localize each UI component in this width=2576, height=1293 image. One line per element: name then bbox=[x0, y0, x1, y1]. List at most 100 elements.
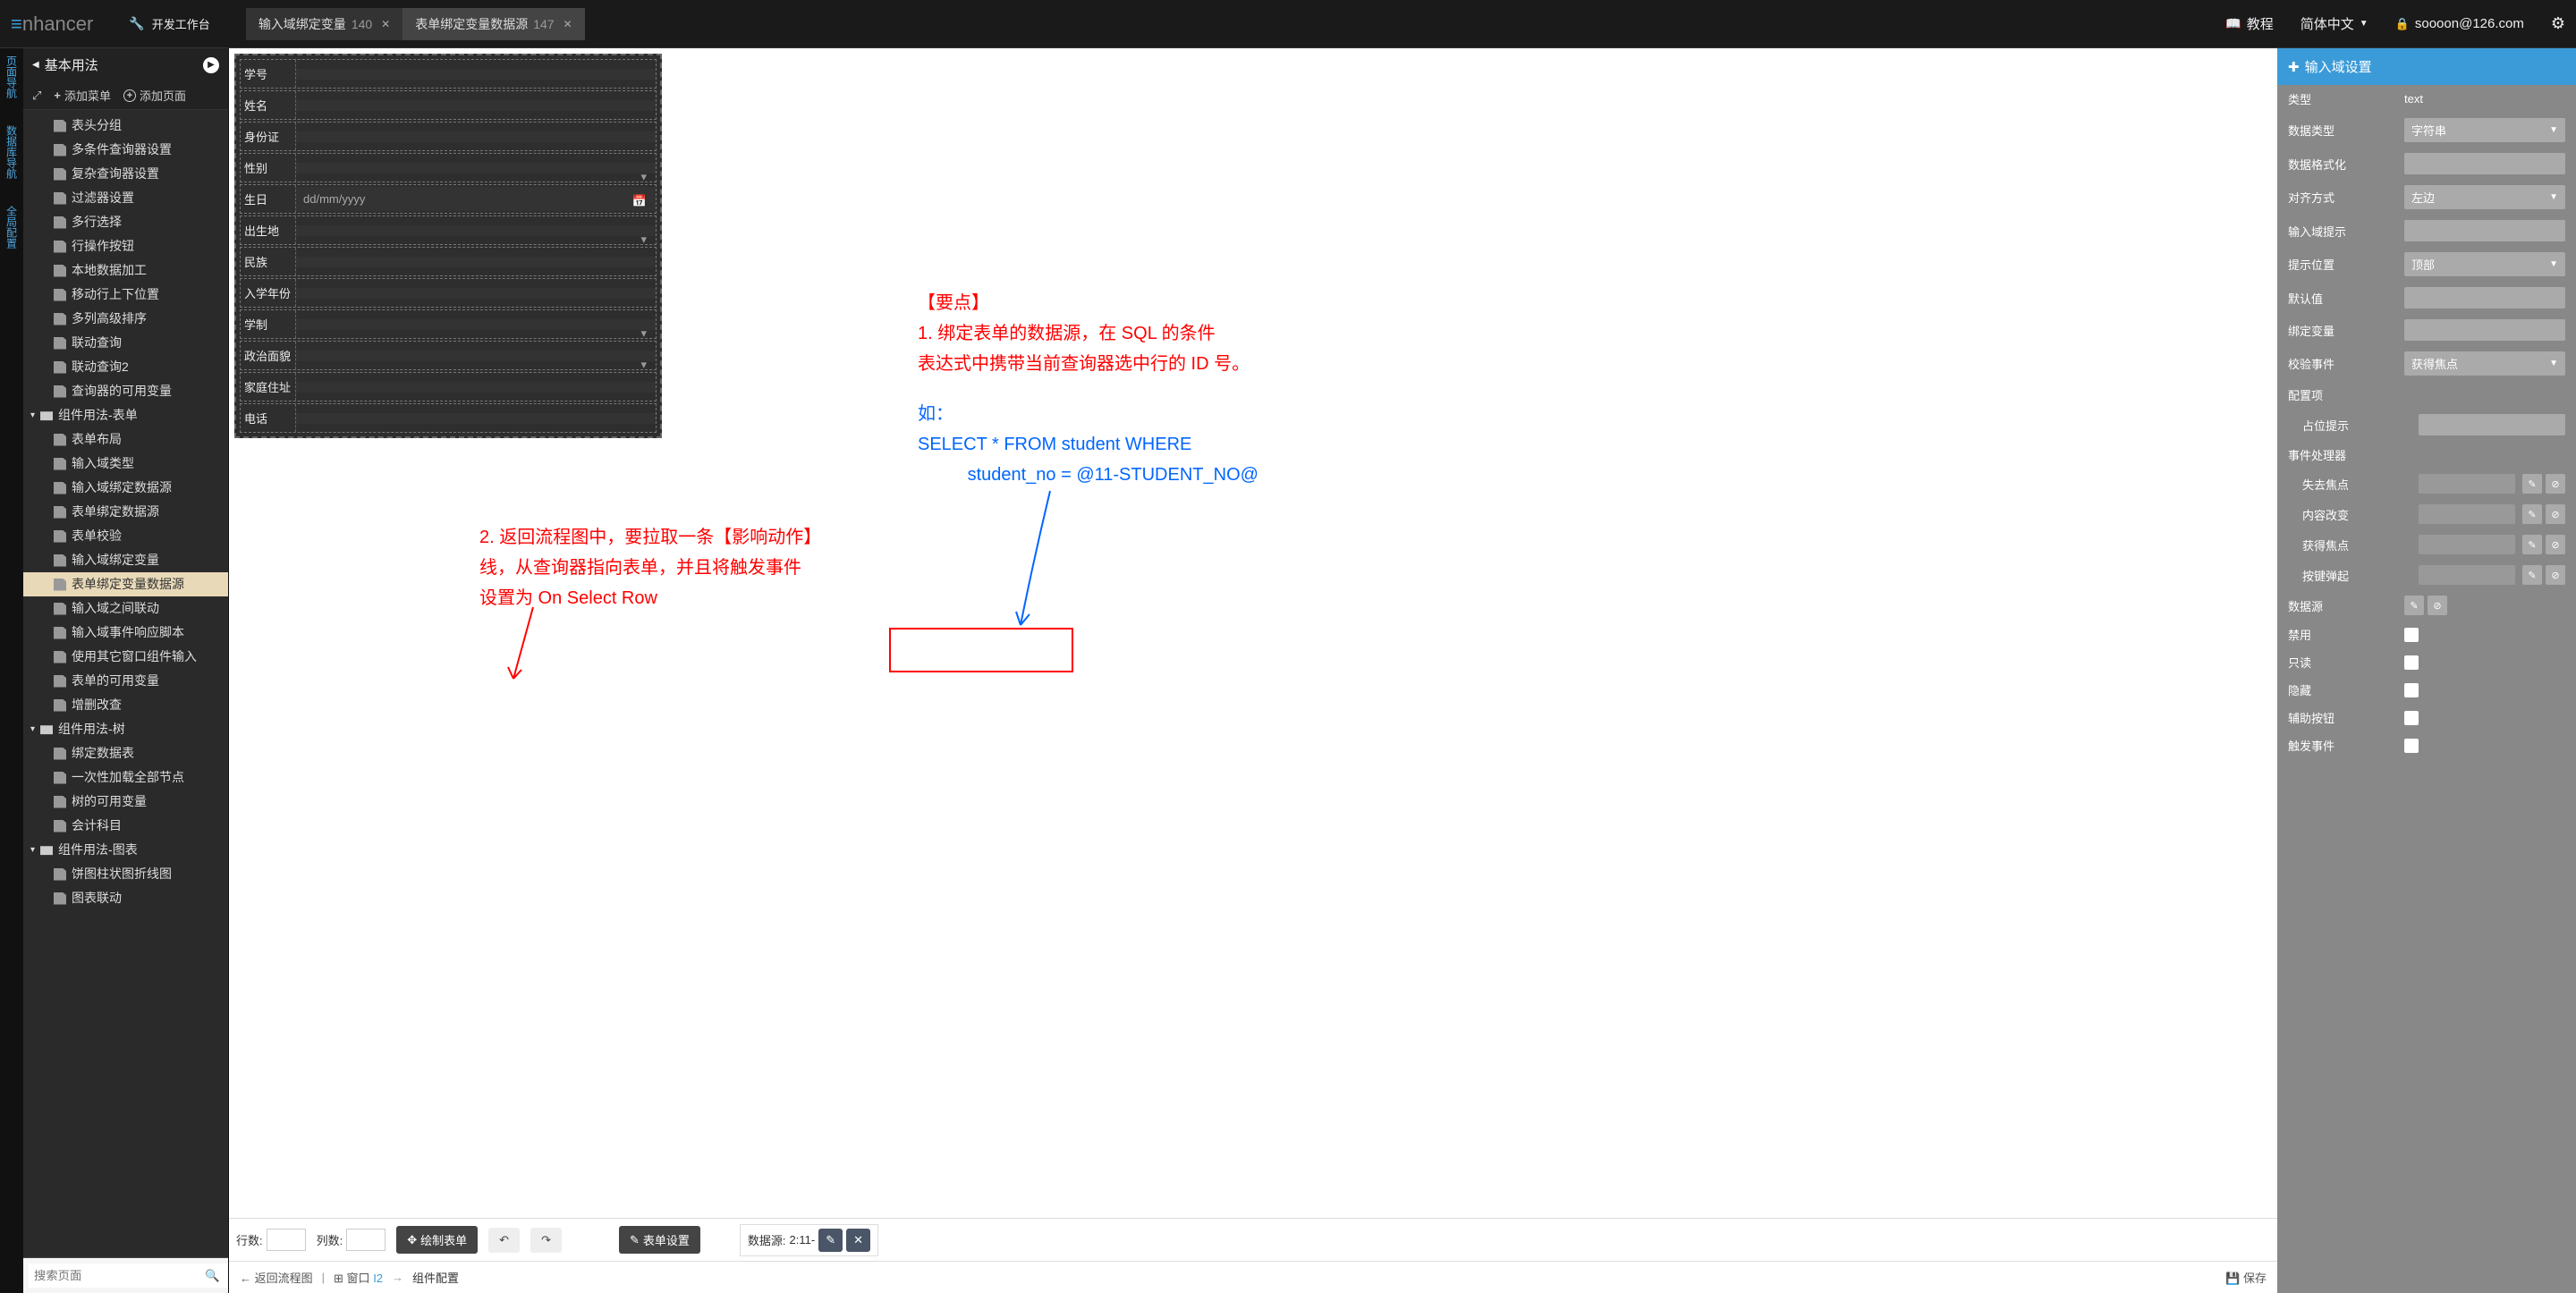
close-icon[interactable]: ✕ bbox=[564, 18, 572, 30]
sidebar-item-6[interactable]: 本地数据加工 bbox=[23, 258, 228, 283]
sidebar-item-14[interactable]: 输入域类型 bbox=[23, 452, 228, 476]
sidebar-item-21[interactable]: 输入域事件响应脚本 bbox=[23, 621, 228, 645]
cols-input[interactable] bbox=[346, 1229, 386, 1251]
sidebar-item-27[interactable]: 一次性加载全部节点 bbox=[23, 765, 228, 790]
sidebar-item-20[interactable]: 输入域之间联动 bbox=[23, 596, 228, 621]
sidebar-item-16[interactable]: 表单绑定数据源 bbox=[23, 500, 228, 524]
search-button[interactable]: 🔍 bbox=[198, 1263, 227, 1288]
sidebar-item-5[interactable]: 行操作按钮 bbox=[23, 234, 228, 258]
undo-button[interactable]: ↶ bbox=[488, 1228, 520, 1253]
evt-del-2[interactable]: ⊘ bbox=[2546, 535, 2565, 554]
form-input-9[interactable]: ▾ bbox=[296, 351, 656, 361]
workspace-link[interactable]: 开发工作台 bbox=[129, 15, 209, 32]
sidebar-item-31[interactable]: 饼图柱状图折线图 bbox=[23, 862, 228, 886]
play-icon[interactable] bbox=[203, 57, 219, 73]
add-page[interactable]: 添加页面 bbox=[123, 87, 186, 104]
rp-select-5[interactable]: 顶部▼ bbox=[2404, 252, 2565, 276]
tutorial-link[interactable]: 教程 bbox=[2225, 14, 2273, 33]
evt-edit-0[interactable]: ✎ bbox=[2522, 474, 2542, 494]
sidebar-item-17[interactable]: 表单校验 bbox=[23, 524, 228, 548]
search-input[interactable] bbox=[29, 1263, 198, 1288]
check-0[interactable] bbox=[2404, 628, 2419, 642]
save-button[interactable]: 💾 保存 bbox=[2225, 1269, 2267, 1286]
rp-select-1[interactable]: 字符串▼ bbox=[2404, 118, 2565, 142]
evt-edit-3[interactable]: ✎ bbox=[2522, 565, 2542, 585]
sidebar-item-23[interactable]: 表单的可用变量 bbox=[23, 669, 228, 693]
rp-input-2[interactable] bbox=[2404, 153, 2565, 174]
rp-select-3[interactable]: 左边▼ bbox=[2404, 185, 2565, 209]
check-2[interactable] bbox=[2404, 683, 2419, 697]
draw-form-button[interactable]: ✥绘制表单 bbox=[396, 1226, 478, 1254]
sidebar-item-30[interactable]: ▾组件用法-图表 bbox=[23, 838, 228, 862]
form-input-4[interactable]: dd/mm/yyyy📅 bbox=[296, 187, 656, 211]
sidebar-item-8[interactable]: 多列高级排序 bbox=[23, 307, 228, 331]
rp-input-4[interactable] bbox=[2404, 220, 2565, 241]
sidebar-item-24[interactable]: 增删改查 bbox=[23, 693, 228, 717]
form-input-5[interactable]: ▾ bbox=[296, 225, 656, 236]
arrow-blue bbox=[989, 486, 1061, 638]
tab-1[interactable]: 表单绑定变量数据源147✕ bbox=[402, 8, 584, 40]
sidebar-item-9[interactable]: 联动查询 bbox=[23, 331, 228, 355]
sidebar-item-7[interactable]: 移动行上下位置 bbox=[23, 283, 228, 307]
evt-edit-1[interactable]: ✎ bbox=[2522, 504, 2542, 524]
form-input-7[interactable] bbox=[296, 288, 656, 299]
redo-button[interactable]: ↷ bbox=[530, 1228, 562, 1253]
sidebar-item-18[interactable]: 输入域绑定变量 bbox=[23, 548, 228, 572]
sidebar-item-1[interactable]: 多条件查询器设置 bbox=[23, 138, 228, 162]
sidebar-item-2[interactable]: 复杂查询器设置 bbox=[23, 162, 228, 186]
form-input-8[interactable]: ▾ bbox=[296, 319, 656, 330]
form-input-1[interactable] bbox=[296, 100, 656, 111]
ds-edit-button[interactable]: ✎ bbox=[818, 1229, 843, 1252]
sidebar-item-29[interactable]: 会计科目 bbox=[23, 814, 228, 838]
check-4[interactable] bbox=[2404, 739, 2419, 753]
rows-input[interactable] bbox=[267, 1229, 306, 1251]
close-icon[interactable]: ✕ bbox=[381, 18, 390, 30]
sidebar-item-13[interactable]: 表单布局 bbox=[23, 427, 228, 452]
sidebar-item-10[interactable]: 联动查询2 bbox=[23, 355, 228, 379]
sidebar-item-3[interactable]: 过滤器设置 bbox=[23, 186, 228, 210]
rp-input-7[interactable] bbox=[2404, 319, 2565, 341]
crumb-grid[interactable]: ⊞ 窗口 I2 bbox=[334, 1269, 383, 1286]
form-preview[interactable]: 学号姓名身份证性别▾生日dd/mm/yyyy📅出生地▾民族入学年份学制▾政治面貌… bbox=[234, 54, 662, 438]
evt-del-1[interactable]: ⊘ bbox=[2546, 504, 2565, 524]
placeholder-input[interactable] bbox=[2419, 414, 2565, 435]
form-input-10[interactable] bbox=[296, 382, 656, 393]
lang-select[interactable]: 简体中文 ▼ bbox=[2301, 14, 2368, 33]
rail-0[interactable]: 页面导航 bbox=[4, 55, 20, 98]
sidebar-item-25[interactable]: ▾组件用法-树 bbox=[23, 717, 228, 741]
sidebar-item-0[interactable]: 表头分组 bbox=[23, 114, 228, 138]
rail-2[interactable]: 全局配置 bbox=[4, 206, 20, 249]
form-input-11[interactable] bbox=[296, 413, 656, 424]
rp-select-8[interactable]: 获得焦点▼ bbox=[2404, 351, 2565, 376]
sidebar-item-26[interactable]: 绑定数据表 bbox=[23, 741, 228, 765]
form-input-3[interactable]: ▾ bbox=[296, 163, 656, 173]
form-input-0[interactable] bbox=[296, 69, 656, 80]
evt-edit-2[interactable]: ✎ bbox=[2522, 535, 2542, 554]
sidebar-item-19[interactable]: 表单绑定变量数据源 bbox=[23, 572, 228, 596]
sidebar-item-15[interactable]: 输入域绑定数据源 bbox=[23, 476, 228, 500]
rail-1[interactable]: 数据库导航 bbox=[4, 125, 20, 179]
evt-del-0[interactable]: ⊘ bbox=[2546, 474, 2565, 494]
check-3[interactable] bbox=[2404, 711, 2419, 725]
sidebar-item-22[interactable]: 使用其它窗口组件输入 bbox=[23, 645, 228, 669]
sidebar-item-4[interactable]: 多行选择 bbox=[23, 210, 228, 234]
form-settings-button[interactable]: ✎表单设置 bbox=[619, 1226, 700, 1254]
sidebar-item-12[interactable]: ▾组件用法-表单 bbox=[23, 403, 228, 427]
sidebar-item-32[interactable]: 图表联动 bbox=[23, 886, 228, 910]
check-1[interactable] bbox=[2404, 655, 2419, 670]
user-menu[interactable]: soooon@126.com bbox=[2395, 16, 2524, 31]
back-link[interactable]: ← 返回流程图 bbox=[240, 1269, 313, 1286]
ds-del[interactable]: ⊘ bbox=[2428, 596, 2447, 615]
form-input-2[interactable] bbox=[296, 131, 656, 142]
evt-del-3[interactable]: ⊘ bbox=[2546, 565, 2565, 585]
ds-remove-button[interactable]: ✕ bbox=[846, 1229, 870, 1252]
form-input-6[interactable] bbox=[296, 257, 656, 267]
gear-icon[interactable] bbox=[2551, 14, 2565, 33]
tab-0[interactable]: 输入域绑定变量140✕ bbox=[246, 8, 402, 40]
add-menu[interactable]: 添加菜单 bbox=[54, 87, 111, 104]
sidebar-item-11[interactable]: 查询器的可用变量 bbox=[23, 379, 228, 403]
rp-input-6[interactable] bbox=[2404, 287, 2565, 308]
expand-tool[interactable]: ⤢ bbox=[32, 89, 41, 103]
ds-edit[interactable]: ✎ bbox=[2404, 596, 2424, 615]
sidebar-item-28[interactable]: 树的可用变量 bbox=[23, 790, 228, 814]
